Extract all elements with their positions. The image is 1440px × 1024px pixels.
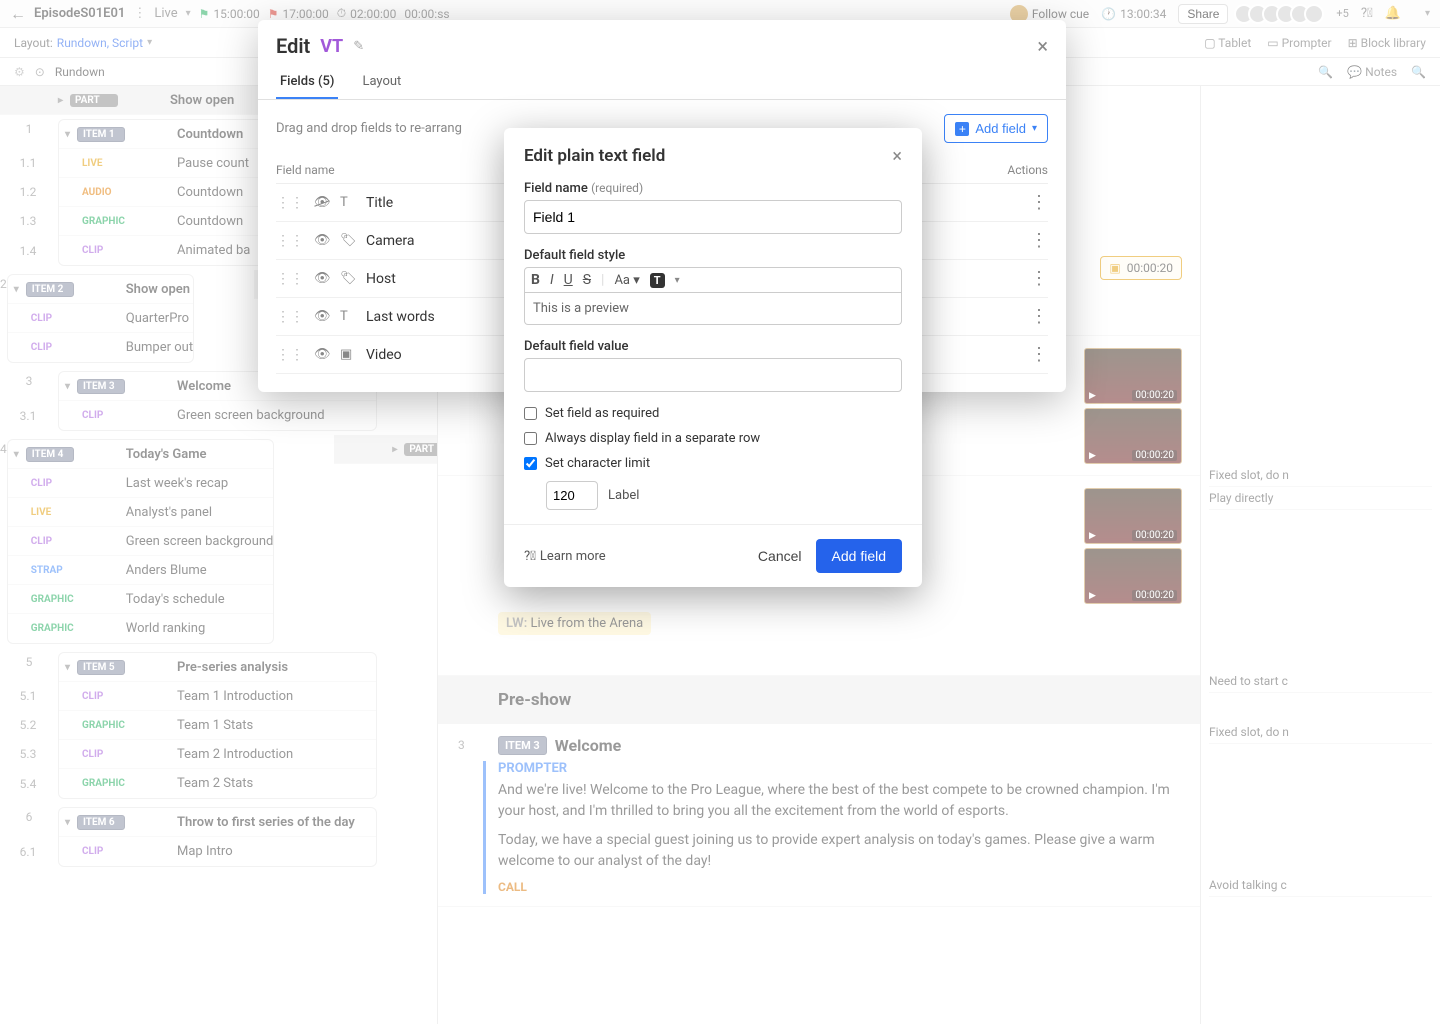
drag-handle-icon[interactable]: ⋮⋮ — [276, 347, 304, 363]
close-icon[interactable]: × — [1037, 34, 1048, 58]
chevron-down-icon: ▾ — [1032, 123, 1037, 134]
underline-button[interactable]: U — [564, 272, 573, 288]
field-menu-icon[interactable]: ⋮ — [1030, 268, 1048, 289]
default-value-input[interactable] — [524, 358, 902, 392]
bold-button[interactable]: B — [531, 272, 540, 288]
template-badge: VT — [320, 36, 343, 57]
italic-button[interactable]: I — [550, 272, 554, 288]
field-name-input[interactable] — [524, 200, 902, 234]
tab-fields[interactable]: Fields (5) — [276, 66, 338, 99]
required-checkbox[interactable] — [524, 407, 537, 420]
text-color-button[interactable]: Aa ▾ — [614, 273, 639, 288]
char-limit-label: Label — [608, 488, 639, 503]
bg-color-button[interactable]: T — [650, 273, 665, 288]
strike-button[interactable]: S — [583, 272, 591, 288]
char-limit-checkbox[interactable] — [524, 457, 537, 470]
add-field-button[interactable]: +Add field▾ — [944, 114, 1048, 143]
tab-layout[interactable]: Layout — [358, 66, 405, 99]
visibility-icon[interactable]: 👁 — [314, 195, 330, 210]
drag-handle-icon[interactable]: ⋮⋮ — [276, 309, 304, 325]
field-type-icon: 🏷 — [340, 233, 356, 248]
drag-handle-icon[interactable]: ⋮⋮ — [276, 271, 304, 287]
plus-icon: + — [955, 122, 969, 136]
field-type-icon: T — [340, 309, 356, 324]
style-toolbar: B I U S | Aa ▾ T▾ — [524, 267, 902, 293]
separate-row-checkbox[interactable] — [524, 432, 537, 445]
style-preview: This is a preview — [524, 293, 902, 325]
help-icon: ?⃝ — [524, 549, 536, 564]
close-icon[interactable]: × — [892, 146, 902, 167]
cancel-button[interactable]: Cancel — [744, 540, 816, 572]
field-menu-icon[interactable]: ⋮ — [1030, 344, 1048, 365]
visibility-icon[interactable]: 👁 — [314, 271, 330, 286]
field-type-icon: T — [340, 195, 356, 210]
drag-handle-icon[interactable]: ⋮⋮ — [276, 233, 304, 249]
field-type-icon: ▣ — [340, 347, 356, 362]
pencil-icon[interactable]: ✎ — [353, 39, 364, 54]
visibility-icon[interactable]: 👁 — [314, 347, 330, 362]
visibility-icon[interactable]: 👁 — [314, 309, 330, 324]
field-menu-icon[interactable]: ⋮ — [1030, 192, 1048, 213]
field-type-icon: 🏷 — [340, 271, 356, 286]
field-menu-icon[interactable]: ⋮ — [1030, 306, 1048, 327]
field-name-label: Field name (required) — [524, 181, 902, 196]
default-value-label: Default field value — [524, 339, 902, 354]
field-menu-icon[interactable]: ⋮ — [1030, 230, 1048, 251]
add-field-submit-button[interactable]: Add field — [816, 539, 902, 573]
reorder-hint: Drag and drop fields to re-arrang — [276, 121, 462, 136]
edit-field-modal: Edit plain text field × Field name (requi… — [504, 128, 922, 587]
modal-title: Edit — [276, 34, 310, 58]
drag-handle-icon[interactable]: ⋮⋮ — [276, 195, 304, 211]
field-style-label: Default field style — [524, 248, 902, 263]
char-limit-input[interactable] — [546, 481, 598, 510]
visibility-icon[interactable]: 👁 — [314, 233, 330, 248]
learn-more-link[interactable]: ?⃝Learn more — [524, 549, 606, 564]
small-modal-title: Edit plain text field — [524, 146, 665, 167]
actions-header: Actions — [988, 163, 1048, 177]
